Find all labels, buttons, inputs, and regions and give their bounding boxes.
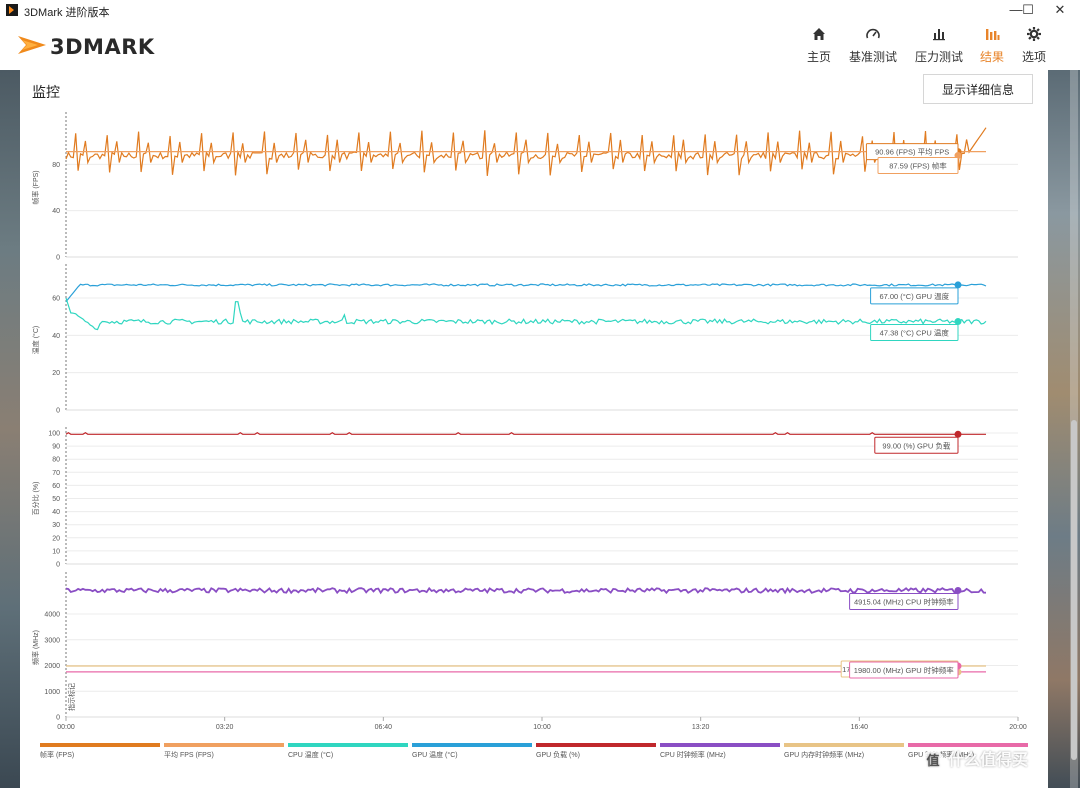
value-callout-text: 67.00 (°C) GPU 温度 bbox=[879, 291, 949, 301]
y-tick-label: 80 bbox=[52, 457, 60, 464]
legend-label: GPU 温度 (°C) bbox=[412, 750, 458, 759]
y-tick-label: 0 bbox=[56, 562, 60, 569]
title-bar: 3DMark 进阶版本 — ☐ ✕ bbox=[0, 0, 1080, 22]
y-tick-label: 80 bbox=[52, 162, 60, 169]
app-icon bbox=[6, 4, 18, 16]
logo-wordmark: 3DMARK bbox=[50, 35, 155, 59]
series-end-marker bbox=[954, 281, 962, 289]
x-tick-label: 10:00 bbox=[533, 724, 551, 731]
legend-swatch bbox=[784, 743, 904, 747]
nav-options-label: 选项 bbox=[1021, 50, 1046, 64]
home-icon bbox=[800, 26, 838, 46]
legend-swatch bbox=[536, 743, 656, 747]
gear-icon bbox=[1016, 26, 1052, 46]
legend-label: CPU 时钟频率 (MHz) bbox=[660, 750, 726, 759]
series-end-marker bbox=[954, 430, 962, 438]
nav-benchmarks-label: 基准测试 bbox=[848, 50, 897, 64]
value-callout-text: 47.38 (°C) CPU 温度 bbox=[880, 328, 950, 338]
y-axis-label: 百分比 (%) bbox=[31, 482, 40, 516]
value-callout-text: 87.59 (FPS) 帧率 bbox=[889, 161, 947, 171]
y-axis-label: 帧率 (FPS) bbox=[31, 170, 40, 204]
y-tick-label: 50 bbox=[52, 496, 60, 503]
monitoring-chart: 0 40 80 帧率 (FPS) 90.96 (FPS) 平均 FPS 87.59 (FP… bbox=[31, 112, 1028, 759]
value-callout-text: 99.00 (%) GPU 负载 bbox=[882, 440, 950, 450]
nav-home[interactable]: 主页 bbox=[800, 26, 838, 68]
site-watermark: 值什么值得买 bbox=[922, 746, 1028, 772]
app-header: 3DMARK 主页 基准测试 压力测试 结果 选项 bbox=[0, 22, 1080, 70]
series-end-marker bbox=[954, 586, 962, 594]
bar-chart-icon bbox=[912, 26, 966, 46]
y-tick-label: 60 bbox=[52, 483, 60, 490]
nav-results[interactable]: 结果 bbox=[974, 26, 1010, 68]
legend-label: GPU 内存时钟频率 (MHz) bbox=[784, 750, 864, 759]
y-tick-label: 3000 bbox=[44, 637, 60, 644]
y-tick-label: 1000 bbox=[44, 689, 60, 696]
y-axis-label: 频率 (MHz) bbox=[31, 630, 40, 665]
x-tick-label: 16:40 bbox=[851, 724, 869, 731]
nav-stress-tests[interactable]: 压力测试 bbox=[912, 26, 966, 68]
x-tick-label: 00:00 bbox=[57, 724, 75, 731]
y-tick-label: 4000 bbox=[44, 612, 60, 619]
x-tick-label: 03:20 bbox=[216, 724, 234, 731]
value-callout-text: 4915.04 (MHz) CPU 时钟频率 bbox=[854, 596, 954, 606]
value-callout-text: 1980.00 (MHz) GPU 时钟频率 bbox=[854, 665, 955, 675]
legend-swatch bbox=[40, 743, 160, 747]
value-callout-text: 90.96 (FPS) 平均 FPS bbox=[875, 147, 949, 157]
series-line bbox=[65, 297, 987, 331]
legend-swatch bbox=[660, 743, 780, 747]
y-tick-label: 0 bbox=[56, 255, 60, 262]
legend-swatch bbox=[412, 743, 532, 747]
watermark-badge: 值 bbox=[922, 749, 944, 772]
y-tick-label: 0 bbox=[56, 715, 60, 722]
nav-results-label: 结果 bbox=[979, 50, 1004, 64]
legend-label: 平均 FPS (FPS) bbox=[164, 750, 214, 759]
y-tick-label: 40 bbox=[52, 208, 60, 215]
x-tick-label: 06:40 bbox=[375, 724, 393, 731]
series-line bbox=[65, 283, 987, 303]
series-end-marker bbox=[954, 318, 962, 326]
y-tick-label: 30 bbox=[52, 522, 60, 529]
nav-benchmarks[interactable]: 基准测试 bbox=[846, 26, 900, 68]
y-tick-label: 20 bbox=[52, 370, 60, 377]
watermark-text: 什么值得买 bbox=[948, 752, 1029, 769]
y-tick-label: 70 bbox=[52, 470, 60, 477]
y-tick-label: 2000 bbox=[44, 663, 60, 670]
legend-label: CPU 温度 (°C) bbox=[288, 750, 333, 759]
legend-label: 帧率 (FPS) bbox=[40, 750, 74, 759]
y-tick-label: 40 bbox=[52, 509, 60, 516]
scrollbar-thumb[interactable] bbox=[1071, 420, 1077, 760]
3dmark-logo-icon bbox=[18, 36, 46, 54]
window-title: 3DMark 进阶版本 bbox=[24, 7, 110, 19]
x-tick-label: 20:00 bbox=[1009, 724, 1027, 731]
y-tick-label: 60 bbox=[52, 296, 60, 303]
y-tick-label: 0 bbox=[56, 408, 60, 415]
legend-label: GPU 负载 (%) bbox=[536, 750, 580, 759]
series-line bbox=[65, 586, 987, 595]
nav-options[interactable]: 选项 bbox=[1016, 26, 1052, 68]
y-tick-label: 10 bbox=[52, 548, 60, 555]
y-tick-label: 90 bbox=[52, 444, 60, 451]
results-icon bbox=[974, 26, 1010, 46]
legend-swatch bbox=[288, 743, 408, 747]
nav-home-label: 主页 bbox=[806, 50, 831, 64]
nav-stress-tests-label: 压力测试 bbox=[914, 50, 963, 64]
y-tick-label: 20 bbox=[52, 535, 60, 542]
gauge-icon bbox=[846, 26, 900, 46]
close-button[interactable]: ✕ bbox=[1040, 0, 1080, 22]
3dmark-logo[interactable]: 3DMARK bbox=[16, 28, 176, 62]
y-tick-label: 40 bbox=[52, 333, 60, 340]
background-artwork-left bbox=[0, 70, 20, 788]
legend-swatch bbox=[164, 743, 284, 747]
x-tick-label: 13:20 bbox=[692, 724, 710, 731]
y-axis-label: 温度 (°C) bbox=[31, 326, 40, 354]
y-tick-label: 100 bbox=[48, 431, 60, 438]
marker-side-label: 指示标记 bbox=[67, 683, 76, 711]
